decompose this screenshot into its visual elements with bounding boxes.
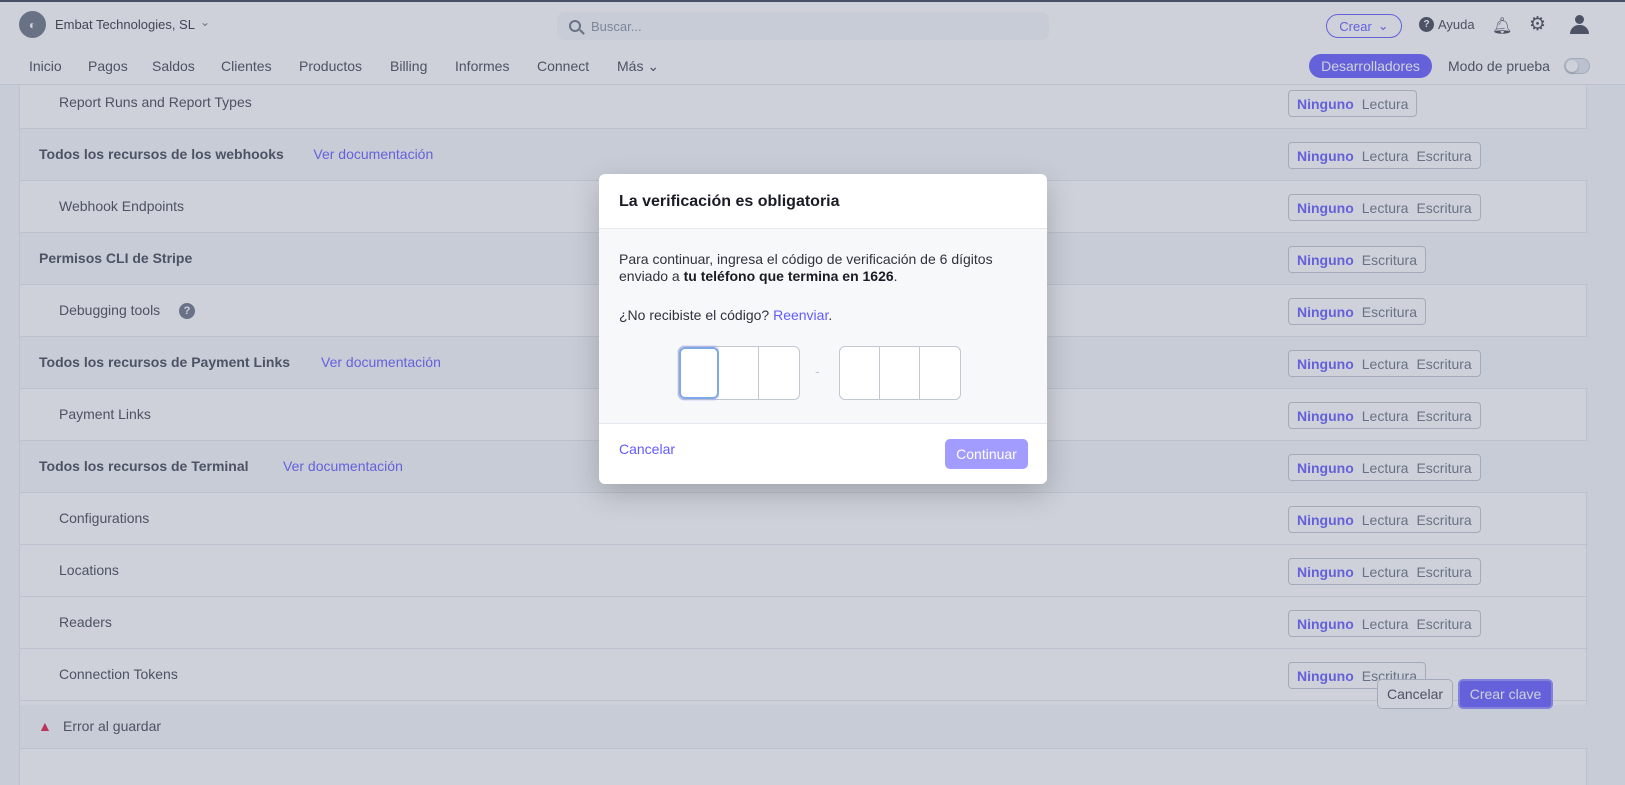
dialog-header: La verificación es obligatoria (599, 174, 1047, 229)
dialog-body: Para continuar, ingresa el código de ver… (599, 229, 1047, 424)
code-digit-5[interactable] (880, 347, 920, 399)
dialog-description: Para continuar, ingresa el código de ver… (619, 251, 1029, 285)
verification-dialog: La verificación es obligatoria Para cont… (599, 174, 1047, 484)
resend-link[interactable]: Reenviar (773, 307, 828, 323)
description-suffix: . (893, 268, 898, 284)
code-group-second (839, 346, 961, 400)
code-digit-2[interactable] (719, 347, 759, 399)
code-digit-4[interactable] (840, 347, 880, 399)
dialog-continue-button[interactable]: Continuar (945, 439, 1028, 469)
resend-line: ¿No recibiste el código? Reenviar. (619, 307, 832, 323)
code-digit-6[interactable] (920, 347, 960, 399)
description-phone: tu teléfono que termina en 1626 (683, 268, 894, 284)
resend-suffix: . (828, 307, 833, 323)
dialog-cancel-button[interactable]: Cancelar (619, 441, 675, 457)
dialog-title: La verificación es obligatoria (619, 193, 840, 210)
code-digit-1[interactable] (679, 347, 719, 399)
code-digit-3[interactable] (759, 347, 799, 399)
code-group-first (678, 346, 800, 400)
code-separator: - (815, 363, 820, 379)
resend-prompt: ¿No recibiste el código? (619, 307, 770, 323)
